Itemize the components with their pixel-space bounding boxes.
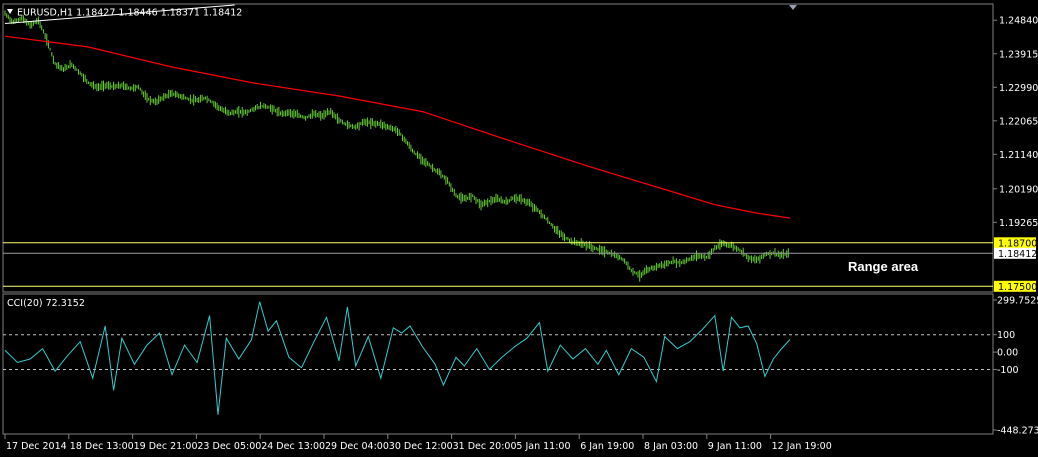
indicator-label: CCI(20) 72.3152 — [7, 298, 85, 309]
price-tick-label: 1.19265 — [999, 218, 1038, 229]
time-tick-label: 12 Jan 19:00 — [772, 441, 832, 452]
price-tick-label: 1.24840 — [999, 16, 1038, 27]
indicator-tick-label: 0.00 — [997, 348, 1018, 359]
time-tick-label: 9 Jan 11:00 — [708, 441, 762, 452]
price-tick-label: 1.22990 — [999, 83, 1038, 94]
time-tick-label: 17 Dec 2014 — [6, 441, 67, 452]
level-high-tag: 1.18700 — [994, 237, 1037, 249]
time-tick-label: 18 Dec 13:00 — [70, 441, 134, 452]
time-tick-label: 6 Jan 19:00 — [580, 441, 634, 452]
time-tick-label: 24 Dec 13:00 — [261, 441, 325, 452]
time-tick-label: 23 Dec 05:00 — [197, 441, 261, 452]
indicator-tick-label: 299.7525 — [997, 296, 1038, 307]
level-high-price: 1.18700 — [998, 238, 1037, 249]
price-tick-label: 1.21140 — [999, 150, 1038, 161]
current-price-tag: 1.18412 — [994, 247, 1037, 260]
indicator-tick-label: 100 — [997, 330, 1015, 341]
price-tick-label: 1.22065 — [999, 116, 1038, 127]
time-tick-label: 5 Jan 11:00 — [516, 441, 570, 452]
level-low-price: 1.17500 — [998, 282, 1037, 293]
time-tick-label: 8 Jan 03:00 — [644, 441, 698, 452]
level-low-tag: 1.17500 — [994, 280, 1037, 293]
time-tick-label: 29 Dec 04:00 — [325, 441, 389, 452]
chart-window[interactable]: EURUSD,H1 1.18427 1.18446 1.18371 1.1841… — [0, 0, 1038, 457]
price-tick-label: 1.20190 — [999, 184, 1038, 195]
range-area-label[interactable]: Range area — [848, 259, 919, 274]
time-tick-label: 19 Dec 21:00 — [134, 441, 198, 452]
time-tick-label: 30 Dec 12:00 — [389, 441, 453, 452]
chart-background — [0, 0, 1038, 457]
time-tick-label: 31 Dec 20:00 — [453, 441, 517, 452]
indicator-tick-label: -448.2737 — [997, 426, 1038, 437]
current-price: 1.18412 — [998, 249, 1037, 260]
indicator-tick-label: -100 — [997, 365, 1019, 376]
price-tick-label: 1.23915 — [999, 49, 1038, 60]
